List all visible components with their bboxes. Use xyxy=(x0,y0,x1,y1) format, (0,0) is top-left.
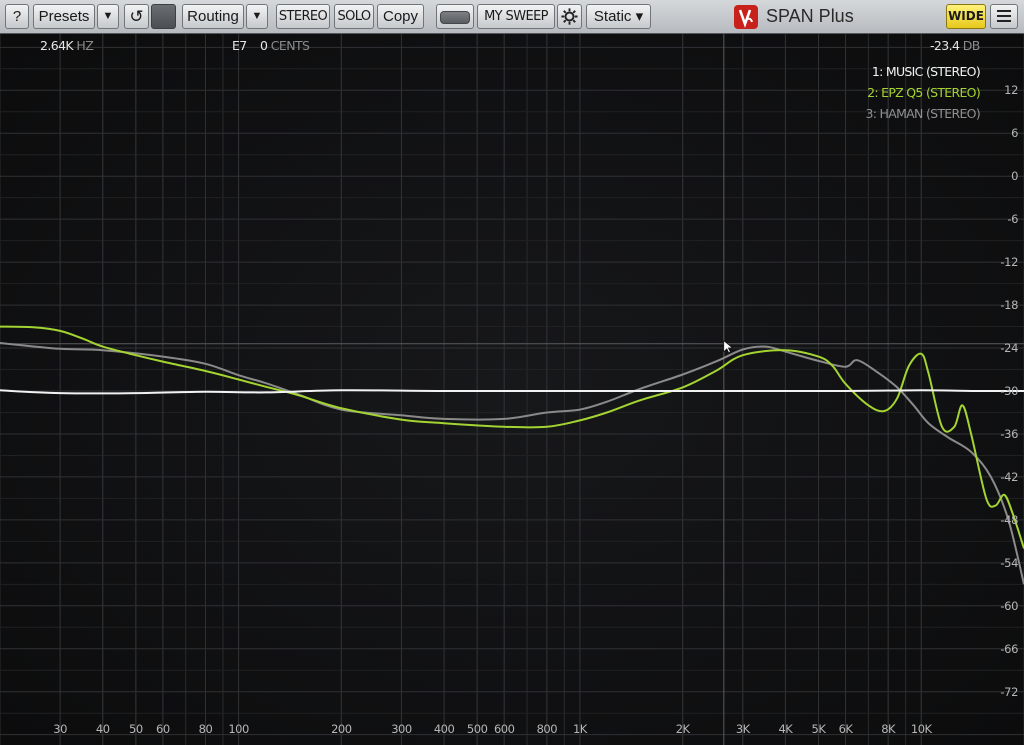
toggle-pill-icon xyxy=(440,11,470,24)
cents-unit: CENTS xyxy=(270,38,310,53)
db-tick-label: -72 xyxy=(1000,684,1018,699)
toolbar: ? Presets ▼ ↺ Routing ▼ STEREO SOLO Copy… xyxy=(0,0,1024,34)
frequency-tick-label: 6K xyxy=(838,722,853,736)
frequency-tick-label: 30 xyxy=(53,722,67,736)
legend: 1: MUSIC (STEREO) 2: EPZ Q5 (STEREO) 3: … xyxy=(866,61,981,124)
frequency-tick-label: 300 xyxy=(391,722,412,736)
frequency-readout: 2.64K HZ xyxy=(40,38,94,54)
frequency-tick-label: 4K xyxy=(778,722,793,736)
hamburger-menu-icon xyxy=(997,10,1011,22)
frequency-tick-label: 500 xyxy=(466,722,488,736)
db-tick-label: -12 xyxy=(1000,255,1018,270)
solo-button[interactable]: SOLO xyxy=(334,4,374,29)
my-sweep-button[interactable]: MY SWEEP xyxy=(477,4,555,29)
note-readout: E7 0 CENTS xyxy=(232,38,310,54)
db-tick-label: -42 xyxy=(1000,469,1018,484)
frequency-tick-label: 3K xyxy=(735,722,750,736)
db-tick-label: -60 xyxy=(1000,598,1018,613)
db-tick-label: -18 xyxy=(1000,298,1018,313)
presets-dropdown-button[interactable]: ▼ xyxy=(97,4,119,29)
level-readout: -23.4 DB xyxy=(930,38,980,54)
plot-background xyxy=(0,34,1024,745)
frequency-value: 2.64K xyxy=(40,38,74,53)
frequency-tick-label: 5K xyxy=(811,722,826,736)
stereo-button[interactable]: STEREO xyxy=(276,4,330,29)
reset-button[interactable]: ↺ xyxy=(124,4,149,29)
menu-button[interactable] xyxy=(990,4,1018,29)
db-tick-label: 0 xyxy=(1011,169,1018,184)
note-value: E7 xyxy=(232,38,247,53)
frequency-tick-label: 40 xyxy=(95,722,110,736)
compare-slot-button[interactable] xyxy=(151,4,176,29)
db-tick-label: -54 xyxy=(1000,555,1018,570)
brand-title: SPAN Plus xyxy=(766,6,854,26)
settings-button[interactable] xyxy=(557,4,582,29)
freeze-toggle[interactable] xyxy=(436,4,474,29)
db-tick-label: 12 xyxy=(1004,83,1018,98)
wide-button[interactable]: WIDE xyxy=(946,4,986,29)
db-tick-label: -30 xyxy=(1000,384,1018,398)
frequency-tick-label: 1K xyxy=(572,722,587,736)
level-unit: DB xyxy=(962,38,981,53)
legend-item-epz-q5[interactable]: 2: EPZ Q5 (STEREO) xyxy=(866,82,981,103)
frequency-unit: HZ xyxy=(76,38,94,53)
db-tick-label: -66 xyxy=(1000,641,1018,656)
frequency-tick-label: 400 xyxy=(433,722,455,736)
presets-button[interactable]: Presets xyxy=(33,4,95,29)
mode-dropdown[interactable]: Static ▾ xyxy=(586,4,651,29)
voxengo-logo xyxy=(734,5,758,29)
db-tick-label: -24 xyxy=(1000,341,1018,356)
legend-item-haman[interactable]: 3: HAMAN (STEREO) xyxy=(866,103,981,124)
routing-button[interactable]: Routing xyxy=(182,4,244,29)
copy-button[interactable]: Copy xyxy=(377,4,424,29)
spectrum-plot[interactable] xyxy=(0,34,1024,745)
frequency-tick-label: 50 xyxy=(129,722,143,736)
gear-icon xyxy=(561,8,578,25)
frequency-tick-label: 100 xyxy=(228,722,249,736)
frequency-tick-label: 600 xyxy=(493,722,515,736)
frequency-tick-label: 8K xyxy=(881,722,896,736)
level-value: -23.4 xyxy=(930,38,960,53)
frequency-tick-label: 10K xyxy=(910,722,932,736)
cents-value: 0 xyxy=(260,38,268,53)
routing-dropdown-button[interactable]: ▼ xyxy=(246,4,268,29)
frequency-tick-label: 2K xyxy=(675,722,690,736)
frequency-tick-label: 80 xyxy=(198,722,213,736)
frequency-tick-label: 800 xyxy=(536,722,558,736)
frequency-tick-label: 200 xyxy=(331,722,352,736)
db-tick-label: -6 xyxy=(1007,212,1018,227)
help-button[interactable]: ? xyxy=(5,4,29,29)
db-tick-label: -36 xyxy=(1000,426,1018,441)
reset-icon: ↺ xyxy=(129,7,144,26)
db-tick-label: -48 xyxy=(1000,512,1018,527)
db-tick-label: 6 xyxy=(1011,126,1018,141)
legend-item-music[interactable]: 1: MUSIC (STEREO) xyxy=(866,61,981,82)
frequency-tick-label: 60 xyxy=(156,722,170,736)
